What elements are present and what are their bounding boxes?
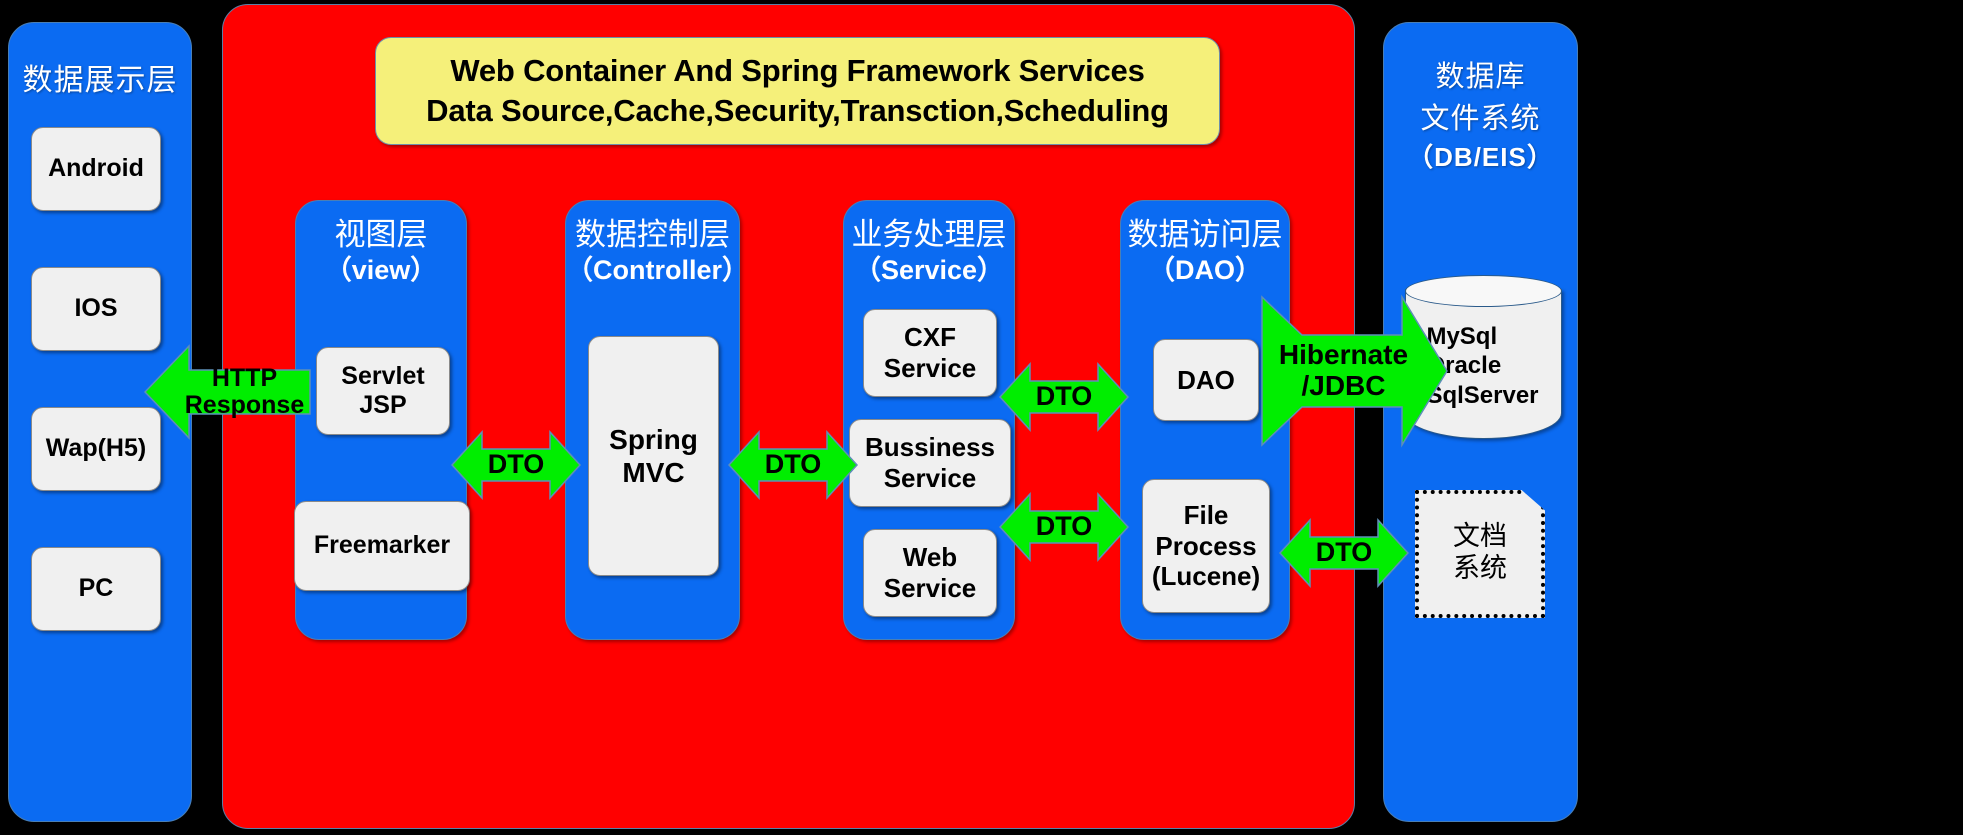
dto-arrow-view-controller: DTO [450, 430, 582, 500]
service-item-bussiness[interactable]: Bussiness Service [849, 419, 1011, 507]
database-panel-title-en: （DB/EIS） [1407, 142, 1554, 172]
http-response-arrow: HTTP Response [143, 344, 311, 440]
dao-layer-heading: 数据访问层 （DAO） [1121, 201, 1289, 288]
service-layer-title-cn: 业务处理层 [851, 217, 1007, 253]
controller-layer-heading: 数据控制层 （Controller） [566, 201, 750, 288]
framework-services-line2: Data Source,Cache,Security,Transction,Sc… [426, 93, 1169, 128]
client-card-ios[interactable]: IOS [31, 267, 161, 351]
client-card-android[interactable]: Android [31, 127, 161, 211]
dao-layer-title-cn: 数据访问层 [1127, 217, 1283, 253]
database-panel-title-cn1: 数据库 [1435, 59, 1526, 93]
database-panel-title: 数据库 文件系统 （DB/EIS） [1384, 53, 1577, 174]
dao-item-dao[interactable]: DAO [1153, 339, 1259, 421]
framework-services-line1: Web Container And Spring Framework Servi… [450, 53, 1145, 89]
view-layer-column: 视图层 （view） Servlet JSP Freemarker [294, 200, 470, 640]
hibernate-jdbc-arrow: Hibernate /JDBC [1261, 294, 1448, 448]
document-system-box[interactable]: 文档 系统 [1415, 490, 1545, 618]
view-item-freemarker-label: Freemarker [313, 531, 451, 560]
view-item-servlet-jsp[interactable]: Servlet JSP [316, 347, 450, 435]
client-card-pc-label: PC [78, 574, 114, 603]
dao-item-file-process[interactable]: File Process (Lucene) [1142, 479, 1270, 613]
client-card-wap[interactable]: Wap(H5) [31, 407, 161, 491]
database-panel-title-cn2: 文件系统 [1420, 101, 1541, 135]
dto-arrow-service-dao-top: DTO [998, 362, 1130, 432]
controller-item-spring-mvc[interactable]: Spring MVC [588, 336, 719, 576]
client-card-pc[interactable]: PC [31, 547, 161, 631]
view-item-freemarker[interactable]: Freemarker [294, 501, 470, 591]
dto-arrow-service-dao-bottom: DTO [998, 492, 1130, 562]
service-item-cxf[interactable]: CXF Service [863, 309, 997, 397]
controller-layer-title-en: （Controller） [566, 255, 750, 286]
dao-layer-title-en: （DAO） [1148, 255, 1262, 286]
client-card-ios-label: IOS [74, 294, 118, 323]
controller-layer-column: 数据控制层 （Controller） Spring MVC [565, 200, 750, 640]
view-layer-title-en: （view） [324, 255, 438, 286]
service-layer-column: 业务处理层 （Service） CXF Service Bussiness Se… [843, 200, 1015, 640]
client-card-wap-label: Wap(H5) [45, 434, 147, 463]
view-layer-heading: 视图层 （view） [296, 201, 466, 288]
service-layer-title-en: （Service） [853, 255, 1005, 286]
dao-item-dao-label: DAO [1177, 364, 1235, 395]
service-item-web-service-label: Web Service [883, 542, 977, 603]
framework-services-banner: Web Container And Spring Framework Servi… [375, 37, 1220, 145]
service-item-web-service[interactable]: Web Service [863, 529, 997, 617]
service-item-bussiness-label: Bussiness Service [864, 432, 996, 493]
dto-arrow-file-document: DTO [1278, 518, 1410, 588]
client-card-android-label: Android [48, 154, 144, 183]
document-system-label: 文档 系统 [1453, 520, 1507, 584]
controller-item-spring-mvc-label: Spring MVC [609, 423, 698, 488]
dto-arrow-controller-service: DTO [727, 430, 859, 500]
service-item-cxf-label: CXF Service [883, 322, 977, 383]
controller-layer-title-cn: 数据控制层 [575, 217, 730, 253]
dao-item-file-process-label: File Process (Lucene) [1151, 499, 1261, 592]
presentation-layer-title: 数据展示层 [22, 63, 178, 98]
view-layer-title-cn: 视图层 [334, 217, 428, 253]
view-item-servlet-jsp-label: Servlet JSP [341, 361, 425, 420]
service-layer-heading: 业务处理层 （Service） [844, 201, 1014, 288]
